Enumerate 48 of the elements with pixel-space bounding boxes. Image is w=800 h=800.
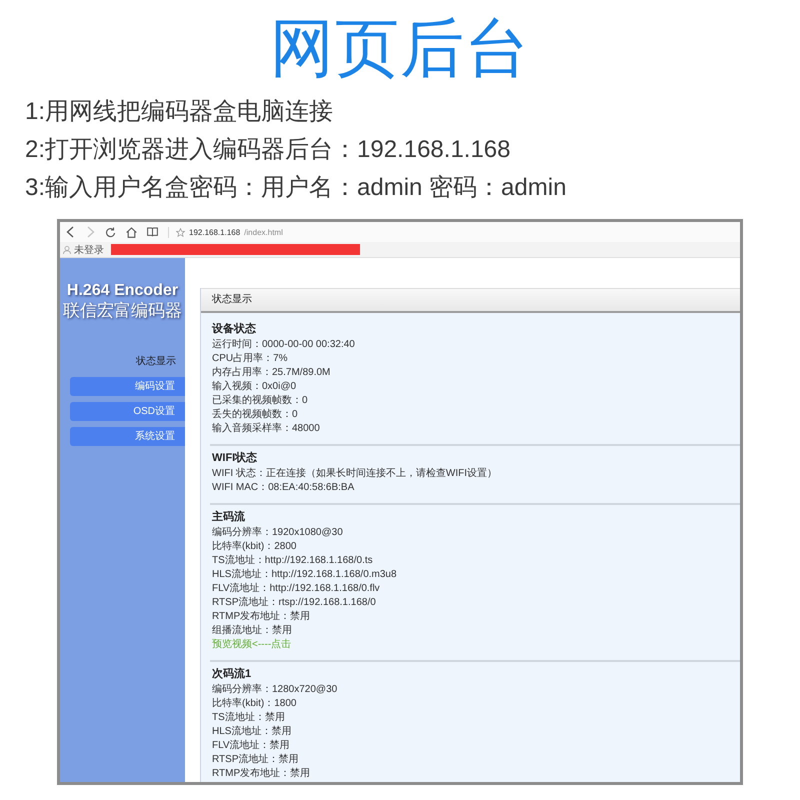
home-icon[interactable] xyxy=(126,226,137,238)
logo-title: H.264 Encoder xyxy=(66,282,180,300)
status-text: 编码分辨率：1920x1080@30 xyxy=(212,526,343,540)
reload-icon[interactable] xyxy=(105,226,116,238)
instruction-text: 3:输入用户名盒密码：用户名：admin 密码：admin xyxy=(25,173,568,203)
status-text: TS流地址：禁用 xyxy=(212,711,285,725)
address-bar[interactable]: 192.168.1.168 /index.html xyxy=(176,228,283,236)
account-status[interactable]: 未登录 xyxy=(74,242,104,256)
preview-link[interactable]: 预览视频<----点击 xyxy=(212,638,292,652)
status-text: RTMP发布地址：禁用 xyxy=(212,610,310,624)
status-text: 编码分辨率：1280x720@30 xyxy=(212,683,338,697)
status-text: CPU占用率：7% xyxy=(212,352,288,366)
status-text: WIFI MAC：08:EA:40:58:6B:BA xyxy=(212,481,354,495)
status-text: 输入视频：0x0i@0 xyxy=(212,380,296,394)
status-text: 输入音频采样率：48000 xyxy=(212,422,320,436)
status-text: TS流地址：http://192.168.1.168/0.ts xyxy=(212,554,373,568)
status-text: 丢失的视频帧数：0 xyxy=(212,408,298,422)
instruction-text: 2:打开浏览器进入编码器后台：192.168.1.168 xyxy=(25,135,512,165)
status-text: 组播流地址：禁用 xyxy=(212,624,292,638)
page-title: 网页后台 xyxy=(269,11,531,86)
status-text: FLV流地址：http://192.168.1.168/0.flv xyxy=(212,582,380,596)
logo-subtitle: 联信宏富编码器 xyxy=(62,300,183,322)
status-text: FLV流地址：禁用 xyxy=(212,739,290,753)
back-icon[interactable] xyxy=(66,226,74,238)
menu-item[interactable]: 系统设置 xyxy=(70,427,185,446)
instruction-text: 1:用网线把编码器盒电脑连接 xyxy=(25,97,334,127)
panel-header: 状态显示 xyxy=(201,288,740,313)
status-text: WIFI 状态：正在连接（如果长时间连接不上，请检查WIFI设置） xyxy=(212,467,497,481)
section-title: 设备状态 xyxy=(212,322,257,337)
status-text: 已采集的视频帧数：0 xyxy=(212,394,308,408)
status-text: HLS流地址：http://192.168.1.168/0.m3u8 xyxy=(212,568,397,582)
section-title: 主码流 xyxy=(212,510,246,525)
menu-item[interactable]: 编码设置 xyxy=(70,377,185,396)
section-title: 次码流1 xyxy=(212,666,252,682)
menu-item[interactable]: OSD设置 xyxy=(70,402,185,421)
status-text: 比特率(kbit)：1800 xyxy=(212,697,296,711)
status-text: 比特率(kbit)：2800 xyxy=(212,540,296,554)
status-text: HLS流地址：禁用 xyxy=(212,725,292,739)
menu-item[interactable]: 状态显示 xyxy=(70,352,185,371)
status-text: RTMP发布地址：禁用 xyxy=(212,767,310,781)
section-title: WIFI状态 xyxy=(212,450,258,466)
status-text: RTSP流地址：禁用 xyxy=(212,753,298,767)
status-text: RTSP流地址：rtsp://192.168.1.168/0 xyxy=(212,596,376,610)
status-text: 运行时间：0000-00-00 00:32:40 xyxy=(212,338,355,352)
star-icon[interactable] xyxy=(176,228,185,236)
status-text: 内存占用率：25.7M/89.0M xyxy=(212,366,330,380)
book-icon[interactable] xyxy=(147,227,158,237)
person-icon xyxy=(63,246,71,254)
